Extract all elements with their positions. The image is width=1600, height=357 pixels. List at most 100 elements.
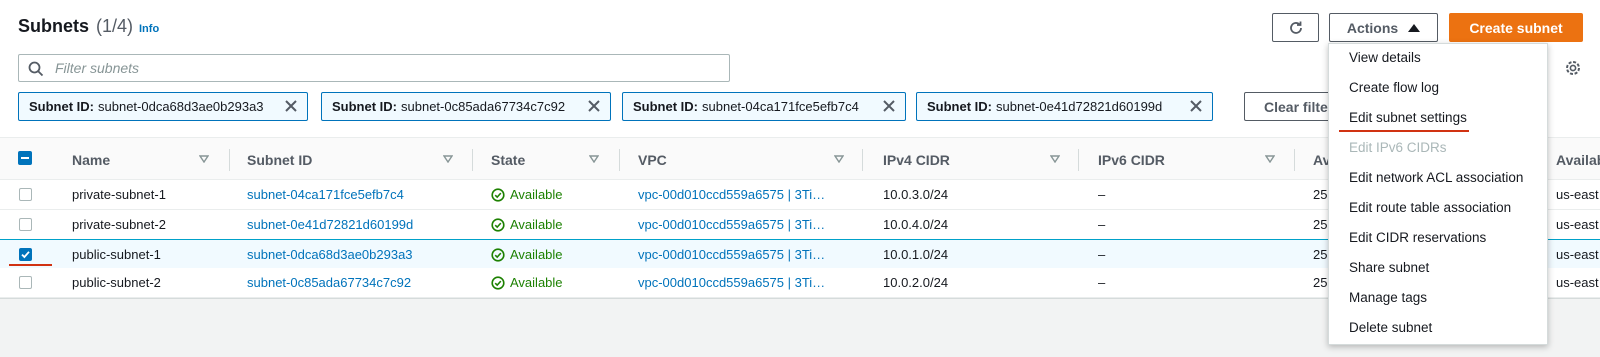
column-header-ipv6-cidr[interactable]: IPv6 CIDR xyxy=(1098,152,1165,168)
status-success-icon xyxy=(491,187,505,202)
sort-icon[interactable] xyxy=(199,155,209,163)
column-header-state[interactable]: State xyxy=(491,152,525,168)
cell-az: us-east xyxy=(1556,217,1599,232)
column-divider xyxy=(1078,149,1079,171)
refresh-icon xyxy=(1289,21,1302,34)
row-checkbox[interactable] xyxy=(19,276,32,289)
row-checkbox[interactable] xyxy=(19,188,32,201)
cell-state: Available xyxy=(491,247,563,262)
selection-count: (1/4) xyxy=(96,16,134,36)
cell-az: us-east xyxy=(1556,187,1599,202)
token-value: subnet-0e41d72821d60199d xyxy=(996,99,1163,114)
actions-label: Actions xyxy=(1346,19,1399,36)
cell-subnet-id-link[interactable]: subnet-04ca171fce5efb7c4 xyxy=(247,187,404,202)
column-divider xyxy=(619,149,620,171)
column-header-subnet-id[interactable]: Subnet ID xyxy=(247,152,312,168)
cell-available-ips: 25 xyxy=(1313,247,1328,262)
cell-ipv6: – xyxy=(1098,247,1106,262)
column-header-vpc[interactable]: VPC xyxy=(638,152,667,168)
search-input[interactable] xyxy=(53,58,713,78)
token-key: Subnet ID: xyxy=(633,99,698,114)
search-icon xyxy=(28,61,44,77)
token-value: subnet-0c85ada67734c7c92 xyxy=(401,99,566,114)
sort-icon[interactable] xyxy=(834,155,844,163)
state-label: Available xyxy=(510,187,563,202)
filter-token[interactable]: Subnet ID: subnet-0dca68d3ae0b293a3 xyxy=(18,92,308,121)
state-label: Available xyxy=(510,275,563,290)
token-key: Subnet ID: xyxy=(29,99,94,114)
cell-available-ips: 25 xyxy=(1313,187,1328,202)
column-header-name[interactable]: Name xyxy=(72,152,110,168)
menu-item-share-subnet[interactable]: Share subnet xyxy=(1349,260,1429,275)
cell-vpc-link[interactable]: vpc-00d010ccd559a6575 | 3Ti… xyxy=(638,187,825,202)
page-title: Subnets (1/4) xyxy=(18,16,134,36)
cell-state: Available xyxy=(491,275,563,290)
menu-item-edit-cidr-reservations[interactable]: Edit CIDR reservations xyxy=(1349,230,1486,245)
select-all-checkbox[interactable] xyxy=(18,151,32,165)
sort-icon[interactable] xyxy=(589,155,599,163)
menu-item-create-flow-log[interactable]: Create flow log xyxy=(1349,80,1439,95)
actions-button[interactable]: Actions xyxy=(1329,13,1438,42)
search-field[interactable] xyxy=(18,54,730,82)
close-icon[interactable] xyxy=(587,99,601,113)
cell-name: public-subnet-1 xyxy=(72,247,161,262)
cell-az: us-east xyxy=(1556,275,1599,290)
row-checkbox-checked[interactable] xyxy=(19,248,32,261)
filter-token[interactable]: Subnet ID: subnet-0c85ada67734c7c92 xyxy=(321,92,611,121)
info-link[interactable]: Info xyxy=(139,23,159,35)
token-key: Subnet ID: xyxy=(332,99,397,114)
menu-item-edit-network-acl-association[interactable]: Edit network ACL association xyxy=(1349,170,1523,185)
cell-ipv6: – xyxy=(1098,187,1106,202)
cell-vpc-link[interactable]: vpc-00d010ccd559a6575 | 3Ti… xyxy=(638,275,825,290)
sort-icon[interactable] xyxy=(1265,155,1275,163)
cell-ipv6: – xyxy=(1098,217,1106,232)
cell-available-ips: 25 xyxy=(1313,217,1328,232)
cell-ipv6: – xyxy=(1098,275,1106,290)
menu-item-edit-route-table-association[interactable]: Edit route table association xyxy=(1349,200,1511,215)
menu-item-delete-subnet[interactable]: Delete subnet xyxy=(1349,320,1432,335)
settings-gear-icon[interactable] xyxy=(1564,59,1582,77)
menu-item-manage-tags[interactable]: Manage tags xyxy=(1349,290,1427,305)
cell-ipv4: 10.0.2.0/24 xyxy=(883,275,949,290)
state-label: Available xyxy=(510,247,563,262)
cell-state: Available xyxy=(491,187,563,202)
cell-name: public-subnet-2 xyxy=(72,275,161,290)
close-icon[interactable] xyxy=(284,99,298,113)
sort-icon[interactable] xyxy=(443,155,453,163)
cell-name: private-subnet-2 xyxy=(72,217,166,232)
cell-name: private-subnet-1 xyxy=(72,187,166,202)
status-success-icon xyxy=(491,217,505,232)
filter-token[interactable]: Subnet ID: subnet-04ca171fce5efb7c4 xyxy=(622,92,906,121)
create-subnet-button[interactable]: Create subnet xyxy=(1449,13,1583,42)
cell-available-ips: 25 xyxy=(1313,275,1328,290)
menu-item-view-details[interactable]: View details xyxy=(1349,50,1421,65)
column-header-availability-zone[interactable]: Availab xyxy=(1556,152,1600,168)
menu-item-edit-ipv6-cidrs: Edit IPv6 CIDRs xyxy=(1349,140,1447,155)
row-checkbox[interactable] xyxy=(19,218,32,231)
annotation-underline xyxy=(9,264,52,266)
state-label: Available xyxy=(510,217,563,232)
token-value: subnet-04ca171fce5efb7c4 xyxy=(702,99,859,114)
cell-vpc-link[interactable]: vpc-00d010ccd559a6575 | 3Ti… xyxy=(638,217,825,232)
refresh-button[interactable] xyxy=(1272,13,1319,42)
column-divider xyxy=(1294,149,1295,171)
token-value: subnet-0dca68d3ae0b293a3 xyxy=(98,99,264,114)
cell-vpc-link[interactable]: vpc-00d010ccd559a6575 | 3Ti… xyxy=(638,247,825,262)
cell-subnet-id-link[interactable]: subnet-0e41d72821d60199d xyxy=(247,217,413,232)
filter-token[interactable]: Subnet ID: subnet-0e41d72821d60199d xyxy=(916,92,1213,121)
menu-item-edit-subnet-settings[interactable]: Edit subnet settings xyxy=(1349,110,1467,125)
cell-ipv4: 10.0.4.0/24 xyxy=(883,217,949,232)
column-header-ipv4-cidr[interactable]: IPv4 CIDR xyxy=(883,152,950,168)
cell-ipv4: 10.0.1.0/24 xyxy=(883,247,949,262)
cell-az: us-east xyxy=(1556,247,1599,262)
column-divider xyxy=(472,149,473,171)
cell-subnet-id-link[interactable]: subnet-0dca68d3ae0b293a3 xyxy=(247,247,413,262)
close-icon[interactable] xyxy=(1189,99,1203,113)
actions-dropdown-menu: View details Create flow log Edit subnet… xyxy=(1328,43,1548,345)
cell-state: Available xyxy=(491,217,563,232)
token-key: Subnet ID: xyxy=(927,99,992,114)
column-divider xyxy=(862,149,863,171)
close-icon[interactable] xyxy=(882,99,896,113)
cell-subnet-id-link[interactable]: subnet-0c85ada67734c7c92 xyxy=(247,275,411,290)
sort-icon[interactable] xyxy=(1050,155,1060,163)
